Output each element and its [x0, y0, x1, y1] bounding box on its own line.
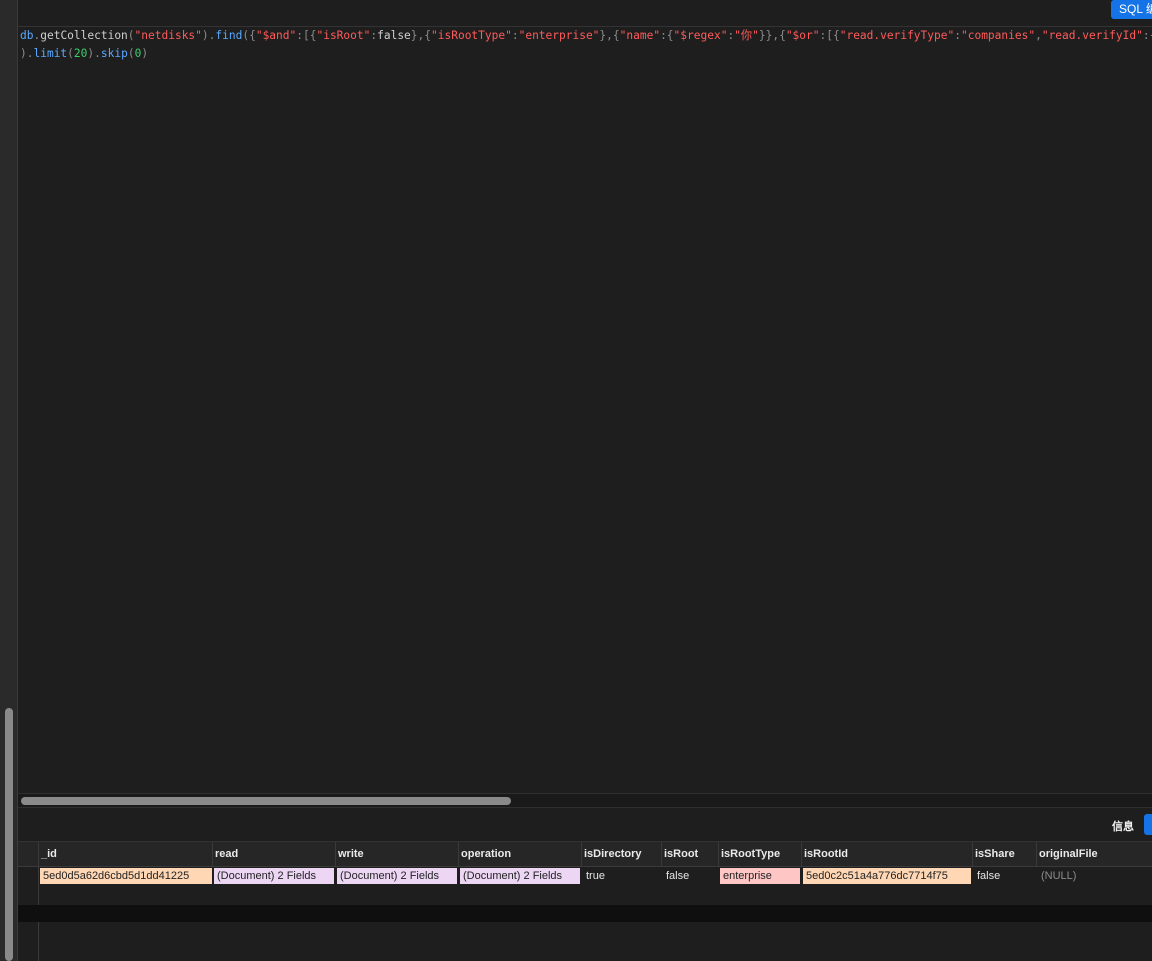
code-token: "name" [619, 29, 661, 42]
code-token: },{ [599, 29, 620, 42]
horizontal-scrollbar[interactable] [18, 793, 1152, 808]
info-tab[interactable]: 信息 [1112, 818, 1134, 834]
column-header-isdirectory[interactable]: isDirectory [581, 842, 661, 866]
code-token: },{ [410, 29, 432, 42]
code-token: :{ [660, 29, 674, 42]
code-token: "$or" [785, 29, 820, 42]
column-header-isroottype[interactable]: isRootType [718, 842, 801, 866]
cell-id[interactable]: 5ed0d5a62d6cbd5d1dd41225 [40, 868, 212, 884]
code-token: ). [201, 29, 216, 42]
code-token: "companies" [960, 29, 1036, 42]
code-token: :[{ [819, 29, 840, 42]
cell-isdirectory[interactable]: true [583, 868, 661, 884]
empty-row [18, 905, 1152, 922]
code-token: find [215, 29, 243, 42]
column-header-read[interactable]: read [212, 842, 335, 866]
cell-isrootid[interactable]: 5ed0c2c51a4a776dc7714f75 [803, 868, 971, 884]
cell-operation[interactable]: (Document) 2 Fields [460, 868, 580, 884]
code-token: , [1035, 29, 1042, 42]
code-token: getCollection [40, 29, 128, 42]
table-row[interactable]: 5ed0d5a62d6cbd5d1dd41225 (Document) 2 Fie… [18, 867, 1152, 889]
cell-isroot[interactable]: false [663, 868, 718, 884]
code-token: ( [127, 47, 135, 60]
results-grid: _id read write operation isDirectory isRoot is… [18, 842, 1152, 961]
vertical-scrollbar-thumb[interactable] [5, 708, 13, 961]
code-token: 20 [73, 47, 88, 60]
code-token: "netdisks" [134, 29, 202, 42]
code-token: }},{ [758, 29, 786, 42]
code-token: limit [33, 47, 68, 60]
column-header-id[interactable]: _id [38, 842, 212, 866]
code-token: ). [20, 47, 34, 60]
column-header-originalfile[interactable]: originalFile [1036, 842, 1152, 866]
sql-editor-button[interactable]: SQL 编 [1111, 0, 1152, 19]
column-header-isrootid[interactable]: isRootId [801, 842, 972, 866]
column-header-write[interactable]: write [335, 842, 458, 866]
code-token: "你" [734, 29, 759, 42]
result-toolbar: 信息 [18, 808, 1152, 842]
code-token: : [954, 29, 961, 42]
left-gutter [0, 0, 18, 961]
code-token: :{ [1142, 29, 1152, 42]
column-header-isroot[interactable]: isRoot [661, 842, 718, 866]
cell-isshare[interactable]: false [974, 868, 1036, 884]
code-token: skip [100, 47, 128, 60]
code-token: "isRootType" [431, 29, 512, 42]
column-header-operation[interactable]: operation [458, 842, 581, 866]
code-line-1: db.getCollection("netdisks").find({"$and… [20, 27, 1152, 45]
cell-isroottype[interactable]: enterprise [720, 868, 800, 884]
result-tab-indicator[interactable] [1144, 814, 1152, 835]
code-token: ) [141, 47, 149, 60]
code-token: ( [127, 29, 135, 42]
code-token: ( [67, 47, 74, 60]
code-token: "isRoot" [316, 29, 371, 42]
code-token: "enterprise" [518, 29, 600, 42]
code-token: "read.verifyType" [839, 29, 955, 42]
code-token: ({ [242, 29, 256, 42]
cell-originalfile[interactable]: (NULL) [1038, 868, 1152, 884]
code-token: db [20, 29, 34, 42]
top-toolbar [18, 0, 1152, 27]
code-token: :[{ [296, 29, 317, 42]
query-editor[interactable]: db.getCollection("netdisks").find({"$and… [18, 27, 1152, 793]
column-header-isshare[interactable]: isShare [972, 842, 1036, 866]
horizontal-scrollbar-thumb[interactable] [21, 797, 511, 805]
cell-read[interactable]: (Document) 2 Fields [214, 868, 334, 884]
code-token: ). [87, 47, 101, 60]
code-line-2: ).limit(20).skip(0) [20, 45, 148, 63]
code-token: "read.verifyId" [1041, 29, 1143, 42]
results-header-row: _id read write operation isDirectory isRoot is… [18, 842, 1152, 867]
code-token: false [377, 29, 411, 42]
code-token: "$regex" [673, 29, 728, 42]
code-token: : [511, 29, 519, 42]
code-token: "$and" [255, 29, 297, 42]
cell-write[interactable]: (Document) 2 Fields [337, 868, 457, 884]
